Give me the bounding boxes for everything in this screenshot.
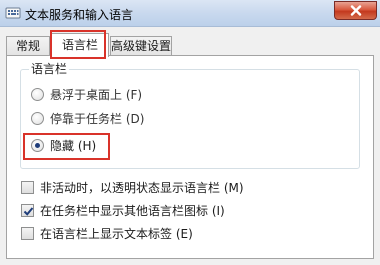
checkbox-label: 在任务栏中显示其他语言栏图标 (I) — [40, 203, 225, 218]
tab-advanced-key-settings[interactable]: 高级键设置 — [110, 36, 172, 56]
close-icon — [350, 5, 362, 16]
checkbox[interactable] — [21, 226, 34, 240]
tab-general-label: 常规 — [15, 39, 40, 53]
tab-panel-language-bar: 语言栏 悬浮于桌面上 (F) 停靠于任务栏 (D) 隐藏 (H) 非活动时，以透 — [6, 55, 374, 259]
radio-button[interactable] — [31, 111, 44, 125]
group-label: 语言栏 — [29, 62, 70, 76]
dialog-client-area: 常规 语言栏 高级键设置 语言栏 悬浮于桌面上 (F) 停靠于任务栏 (D) 隐… — [0, 27, 380, 265]
checkbox[interactable] — [21, 180, 34, 194]
option-highlight-annotation — [23, 133, 110, 160]
window-title: 文本服务和输入语言 — [25, 8, 134, 22]
app-icon — [5, 5, 21, 21]
close-button[interactable] — [334, 1, 377, 20]
tab-advanced-key-settings-label: 高级键设置 — [111, 39, 172, 53]
checkbox-transparent-when-inactive[interactable]: 非活动时，以透明状态显示语言栏 (M) — [21, 178, 244, 196]
radio-button[interactable] — [31, 87, 44, 101]
radio-float-on-desktop[interactable]: 悬浮于桌面上 (F) — [31, 85, 142, 103]
checkbox-show-additional-icons[interactable]: 在任务栏中显示其他语言栏图标 (I) — [21, 201, 225, 219]
checkbox-label: 非活动时，以透明状态显示语言栏 (M) — [40, 180, 244, 195]
radio-label: 停靠于任务栏 (D) — [50, 111, 145, 126]
radio-dock-in-taskbar[interactable]: 停靠于任务栏 (D) — [31, 109, 144, 127]
tab-general[interactable]: 常规 — [6, 36, 50, 56]
radio-label: 悬浮于桌面上 (F) — [50, 87, 143, 102]
checkmark-icon — [23, 206, 34, 216]
title-bar[interactable]: 文本服务和输入语言 — [0, 0, 380, 27]
tab-highlight-annotation — [50, 30, 106, 59]
checkbox-checked[interactable] — [21, 203, 34, 217]
checkbox-show-text-labels[interactable]: 在语言栏上显示文本标签 (E) — [21, 224, 193, 242]
checkbox-label: 在语言栏上显示文本标签 (E) — [40, 226, 193, 241]
dialog-window: 文本服务和输入语言 常规 语言栏 高级键设置 语言栏 悬浮于桌面上 (F) 停靠… — [0, 0, 380, 265]
